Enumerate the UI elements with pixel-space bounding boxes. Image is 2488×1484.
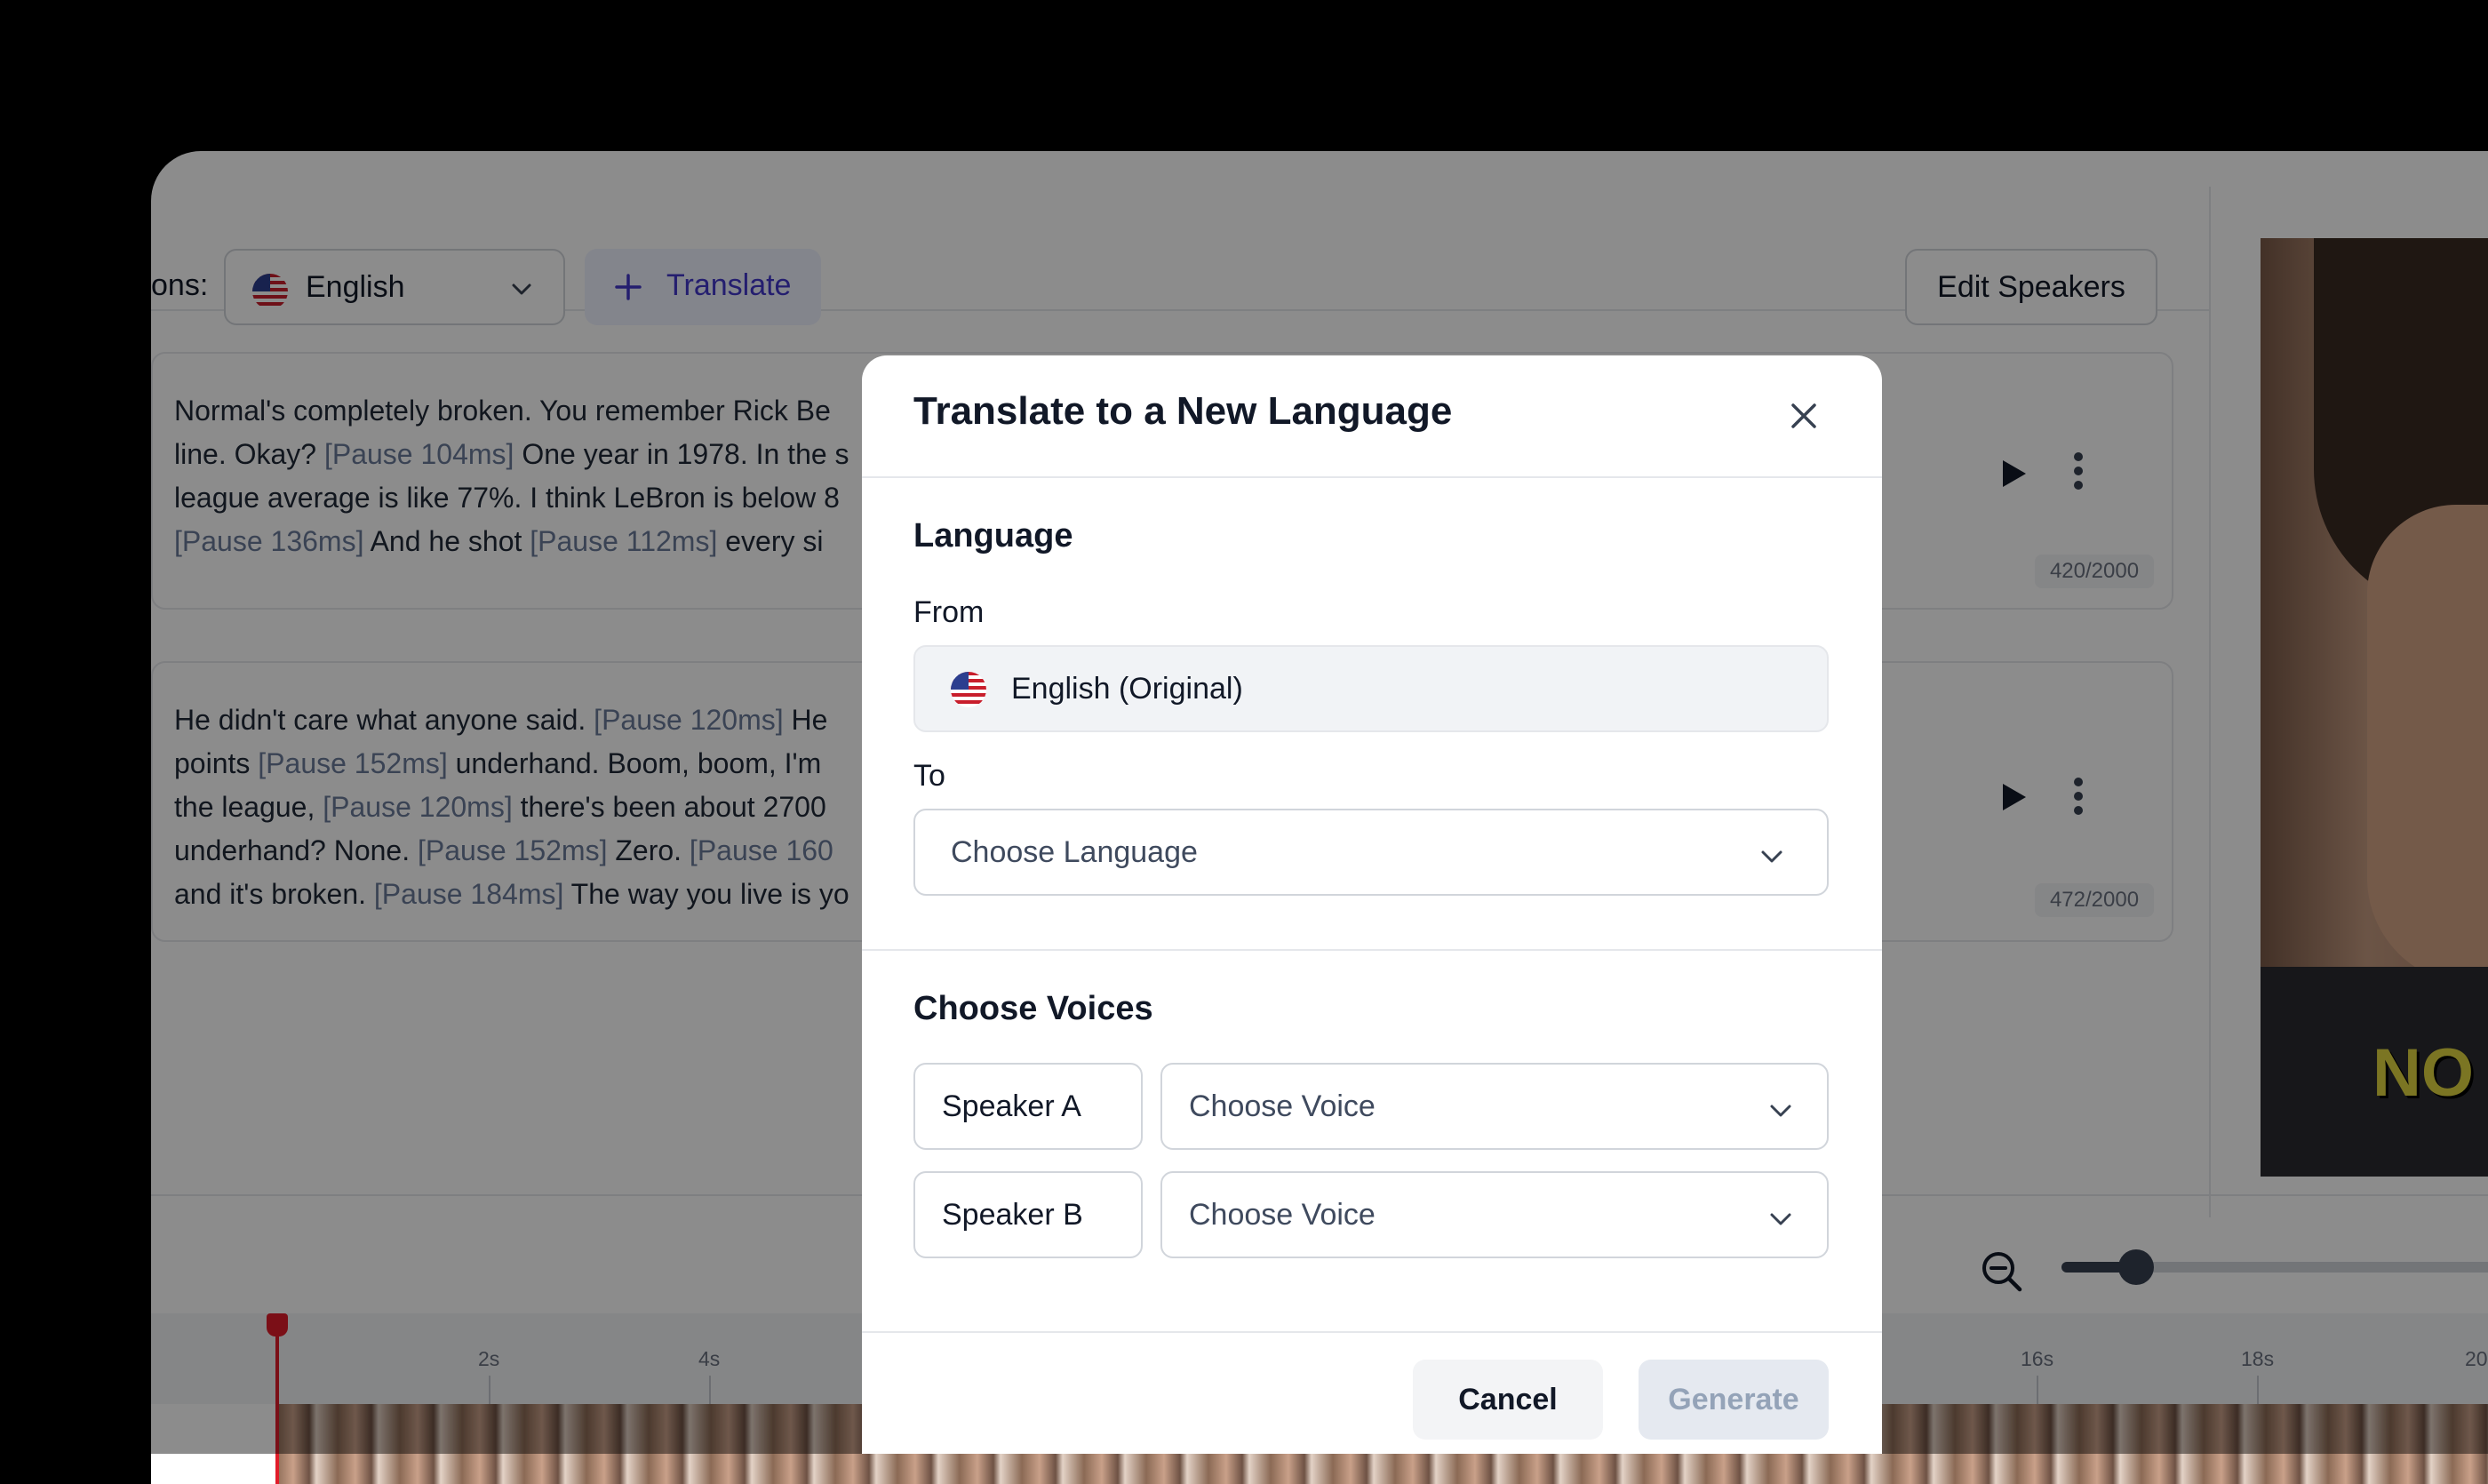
speaker-name: Speaker A xyxy=(942,1089,1081,1123)
footer-divider xyxy=(862,1331,1882,1333)
dialog-title: Translate to a New Language xyxy=(913,389,1453,433)
chevron-down-icon xyxy=(1766,1205,1795,1238)
from-label: From xyxy=(913,595,985,629)
speaker-name: Speaker B xyxy=(942,1198,1083,1232)
speaker-a-voice-select[interactable]: Choose Voice xyxy=(1160,1063,1829,1150)
chevron-down-icon xyxy=(1758,842,1786,875)
speaker-b-field: Speaker B xyxy=(913,1171,1143,1258)
close-icon[interactable] xyxy=(1786,398,1822,438)
voice-placeholder: Choose Voice xyxy=(1189,1198,1376,1232)
voice-placeholder: Choose Voice xyxy=(1189,1089,1376,1123)
from-language-field: English (Original) xyxy=(913,645,1829,732)
dialog-header: Translate to a New Language xyxy=(862,355,1882,478)
translate-dialog: Translate to a New Language Language Fro… xyxy=(862,355,1882,1454)
chevron-down-icon xyxy=(1766,1097,1795,1129)
to-language-placeholder: Choose Language xyxy=(951,835,1198,869)
from-language-value: English (Original) xyxy=(1011,672,1243,706)
voices-section-heading: Choose Voices xyxy=(913,990,1153,1027)
speaker-b-voice-select[interactable]: Choose Voice xyxy=(1160,1171,1829,1258)
cancel-button[interactable]: Cancel xyxy=(1413,1360,1603,1440)
generate-button[interactable]: Generate xyxy=(1639,1360,1829,1440)
section-divider xyxy=(862,949,1882,951)
to-language-select[interactable]: Choose Language xyxy=(913,809,1829,896)
speaker-a-field: Speaker A xyxy=(913,1063,1143,1150)
language-section-heading: Language xyxy=(913,517,1073,555)
to-label: To xyxy=(913,759,945,793)
us-flag-icon xyxy=(951,672,986,712)
